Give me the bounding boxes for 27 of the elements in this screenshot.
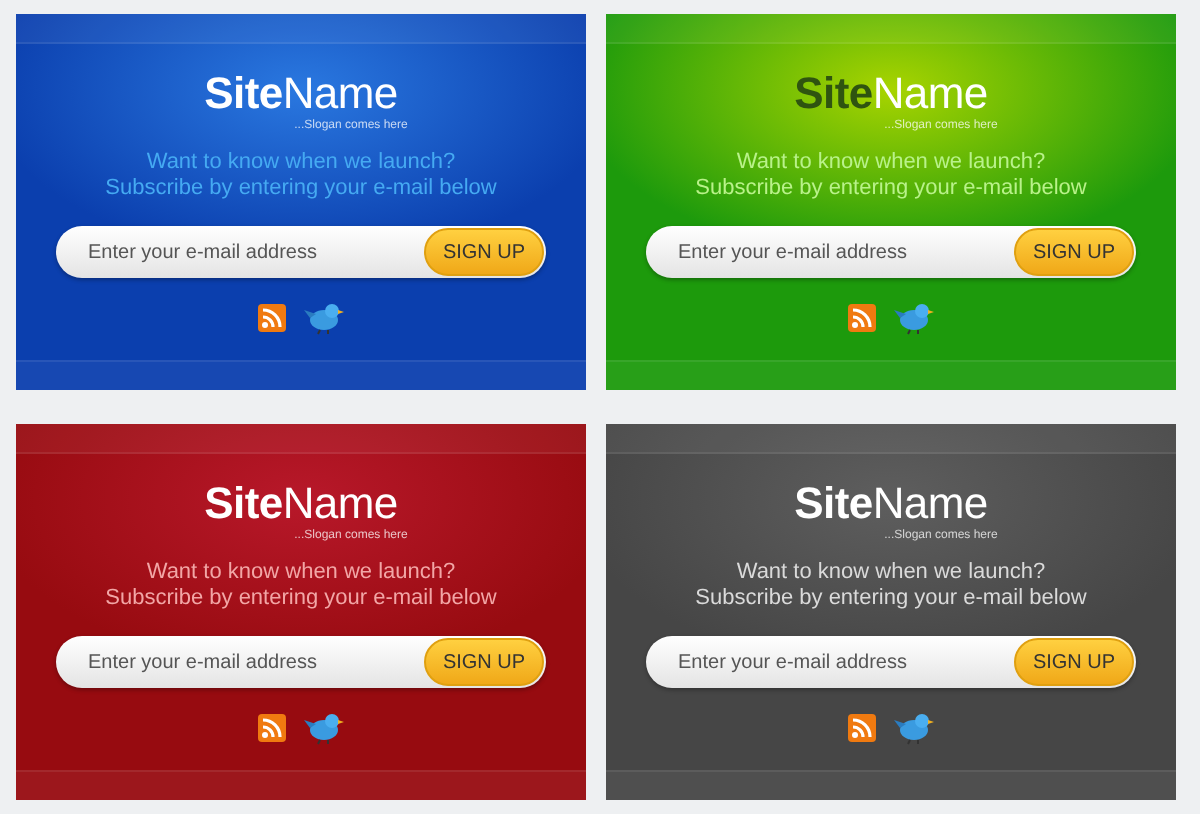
launch-message: Subscribe by entering your e-mail below: [695, 176, 1087, 202]
sign-up-button[interactable]: SIGN UP: [424, 228, 544, 276]
site-name: SiteName: [794, 70, 988, 118]
sign-up-button[interactable]: SIGN UP: [1014, 228, 1134, 276]
email-field[interactable]: Enter your e-mail address SIGN UP: [646, 226, 1136, 278]
email-field[interactable]: Enter your e-mail address SIGN UP: [646, 636, 1136, 688]
sign-up-button[interactable]: SIGN UP: [424, 638, 544, 686]
bird-icon[interactable]: [304, 300, 344, 336]
bird-icon[interactable]: [304, 710, 344, 746]
launch-message: Want to know when we launch?: [144, 560, 458, 586]
launch-message: Subscribe by entering your e-mail below: [105, 176, 497, 202]
launch-message: Subscribe by entering your e-mail below: [695, 586, 1087, 612]
email-field[interactable]: Enter your e-mail address SIGN UP: [56, 636, 546, 688]
sign-up-button[interactable]: SIGN UP: [1014, 638, 1134, 686]
launch-message: Want to know when we launch?: [734, 150, 1048, 176]
email-field[interactable]: Enter your e-mail address SIGN UP: [56, 226, 546, 278]
rss-icon[interactable]: [258, 714, 286, 742]
rss-icon[interactable]: [848, 304, 876, 332]
site-name: SiteName: [794, 480, 988, 528]
rss-icon[interactable]: [848, 714, 876, 742]
site-name: SiteName: [204, 70, 398, 118]
launch-message: Subscribe by entering your e-mail below: [105, 586, 497, 612]
site-name: SiteName: [204, 480, 398, 528]
launch-message: Want to know when we launch?: [144, 150, 458, 176]
bird-icon[interactable]: [894, 710, 934, 746]
rss-icon[interactable]: [258, 304, 286, 332]
launch-message: Want to know when we launch?: [734, 560, 1048, 586]
